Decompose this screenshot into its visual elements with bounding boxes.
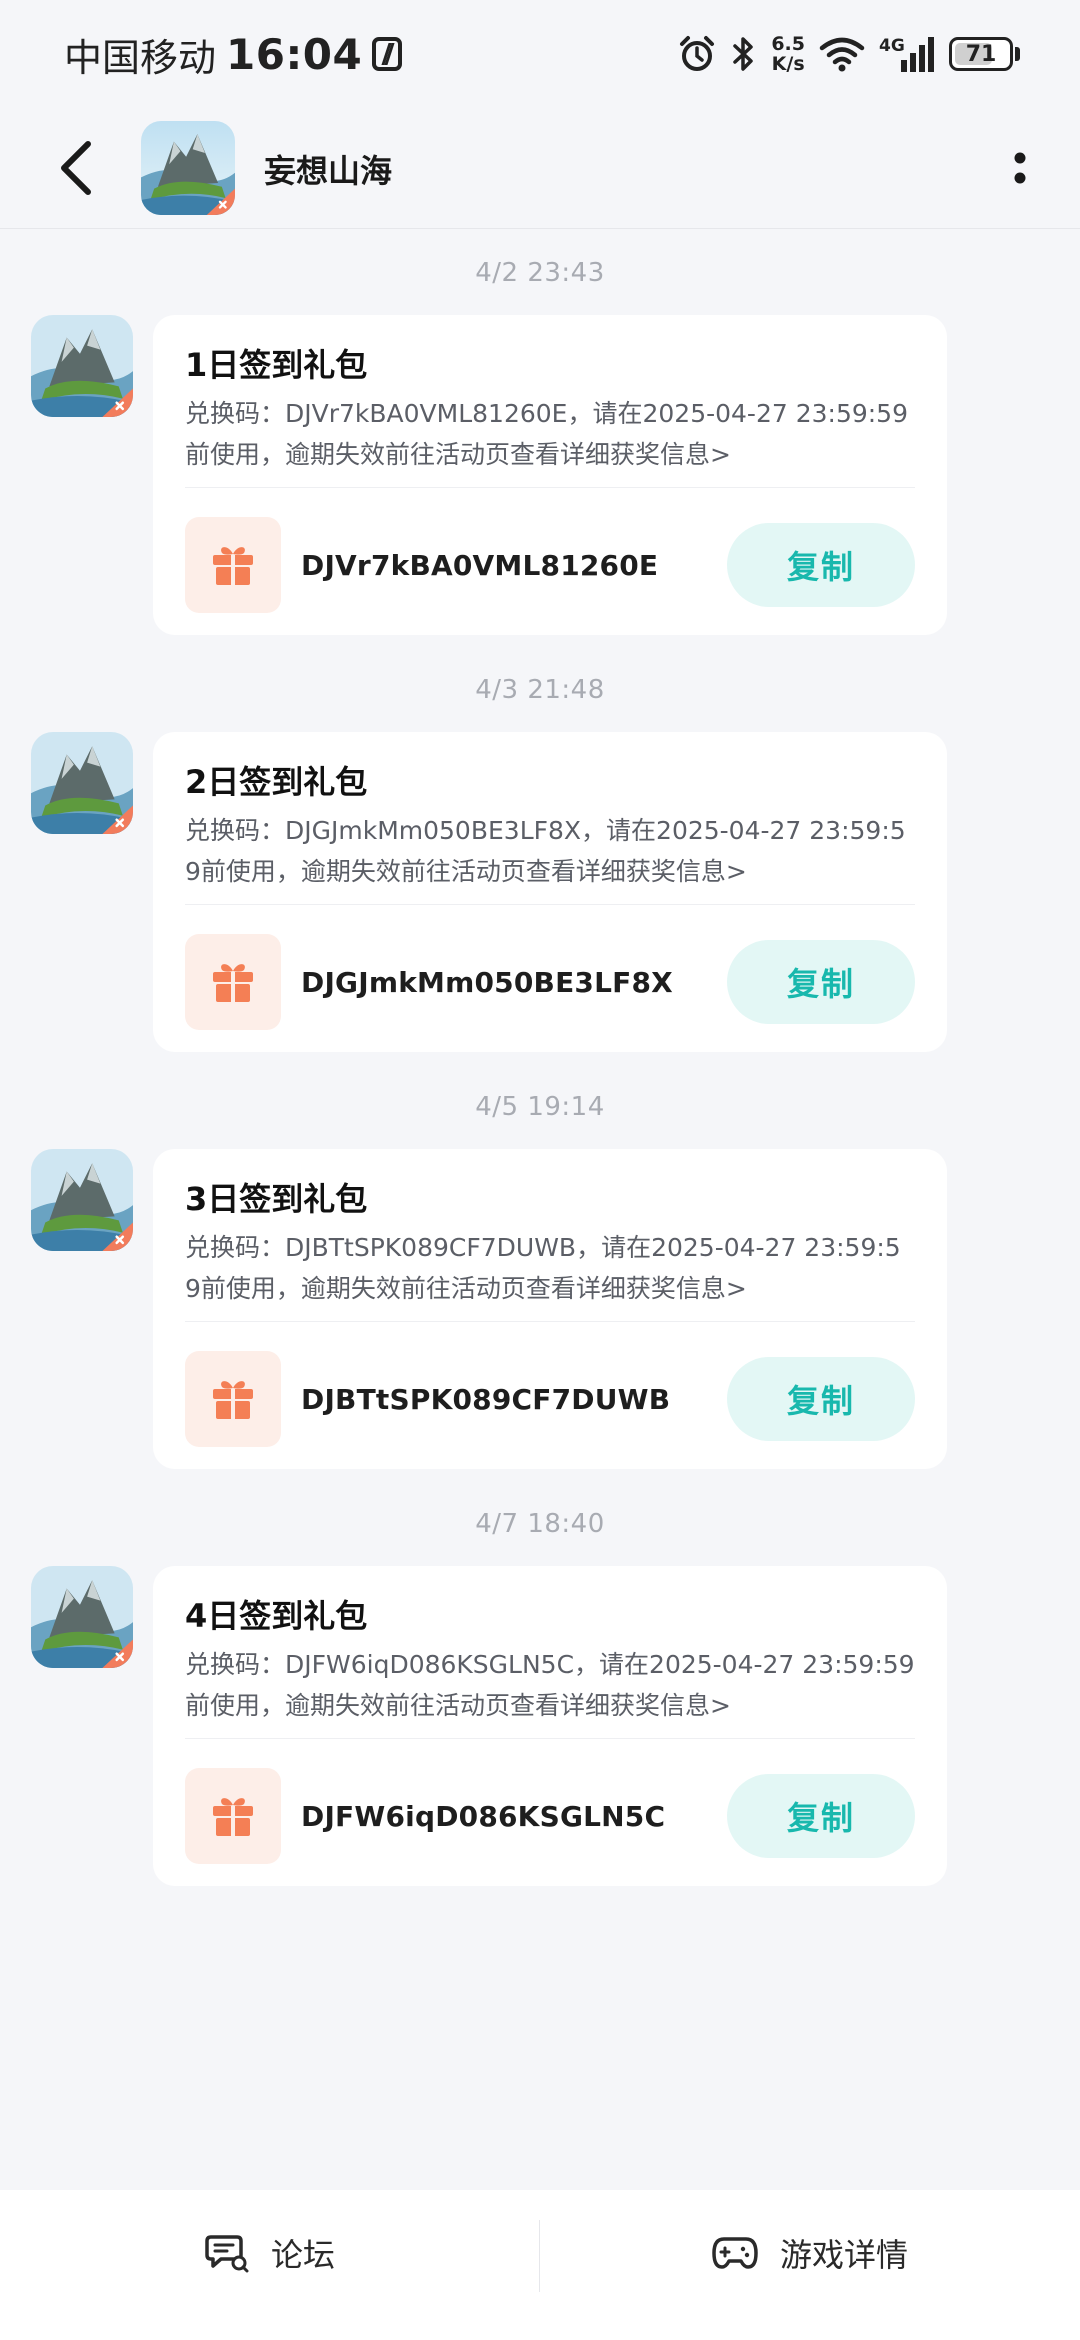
game-logo-icon xyxy=(31,1149,133,1251)
network-speed: 6.5 K/s xyxy=(771,34,805,74)
battery-icon: 71 xyxy=(949,37,1013,71)
game-details-tab[interactable]: 游戏详情 xyxy=(540,2190,1080,2340)
vertical-dots-icon xyxy=(1014,152,1026,184)
game-logo-icon xyxy=(141,121,235,215)
redeem-code-row: DJVr7kBA0VML81260E 复制 xyxy=(185,517,915,613)
gift-message-card[interactable]: 3日签到礼包 兑换码：DJBTtSPK089CF7DUWB，请在2025-04-… xyxy=(153,1149,947,1469)
game-avatar[interactable] xyxy=(141,121,235,215)
wifi-icon xyxy=(819,37,865,72)
redeem-code: DJBTtSPK089CF7DUWB xyxy=(301,1382,671,1416)
bottom-bar: 论坛 游戏详情 xyxy=(0,2190,1080,2340)
copy-button[interactable]: 复制 xyxy=(727,940,915,1024)
sender-avatar[interactable] xyxy=(31,1566,133,1668)
redeem-code: DJGJmkMm050BE3LF8X xyxy=(301,965,673,999)
gift-description-link[interactable]: 兑换码：DJVr7kBA0VML81260E，请在2025-04-27 23:5… xyxy=(185,393,915,475)
forum-label: 论坛 xyxy=(270,2236,335,2274)
bluetooth-icon xyxy=(733,37,754,71)
chat-header: 妄想山海 xyxy=(0,108,1080,229)
copy-button[interactable]: 复制 xyxy=(727,1357,915,1441)
copy-button[interactable]: 复制 xyxy=(727,1774,915,1858)
message-timestamp: 4/5 19:14 xyxy=(475,1092,605,1122)
card-divider xyxy=(185,487,915,488)
gift-title: 3日签到礼包 xyxy=(185,1180,368,1218)
game-logo-icon xyxy=(31,732,133,834)
game-logo-icon xyxy=(31,1566,133,1668)
cellular-signal-icon: 4G xyxy=(879,36,934,72)
gift-icon-box xyxy=(185,517,281,613)
chevron-left-icon xyxy=(61,141,91,195)
back-button[interactable] xyxy=(44,133,108,203)
gift-message-card[interactable]: 2日签到礼包 兑换码：DJGJmkMm050BE3LF8X，请在2025-04-… xyxy=(153,732,947,1052)
sender-avatar[interactable] xyxy=(31,315,133,417)
gift-description-link[interactable]: 兑换码：DJGJmkMm050BE3LF8X，请在2025-04-27 23:5… xyxy=(185,810,915,892)
gift-description-link[interactable]: 兑换码：DJBTtSPK089CF7DUWB，请在2025-04-27 23:5… xyxy=(185,1227,915,1309)
redeem-code-row: DJFW6iqD086KSGLN5C 复制 xyxy=(185,1768,915,1864)
gift-title: 1日签到礼包 xyxy=(185,346,368,384)
card-divider xyxy=(185,1738,915,1739)
message-timestamp: 4/3 21:48 xyxy=(475,675,605,705)
message-item: 4/7 18:40 4日签到礼包 兑换码：DJFW6iqD086KSGLN5C，… xyxy=(0,1481,1080,1898)
redeem-code-row: DJGJmkMm050BE3LF8X 复制 xyxy=(185,934,915,1030)
gift-message-card[interactable]: 1日签到礼包 兑换码：DJVr7kBA0VML81260E，请在2025-04-… xyxy=(153,315,947,635)
status-bar: 中国移动 16:04 6.5 K/s 4G 71 xyxy=(0,0,1080,108)
more-options-button[interactable] xyxy=(990,138,1050,198)
chat-bubble-icon xyxy=(205,2235,249,2273)
status-bar-right: 6.5 K/s 4G 71 xyxy=(677,28,1020,80)
carrier-name: 中国移动 xyxy=(64,35,217,80)
card-divider xyxy=(185,1321,915,1322)
page-title: 妄想山海 xyxy=(264,152,393,190)
bottom-bar-divider xyxy=(539,2220,540,2292)
game-logo-icon xyxy=(31,315,133,417)
battery-indicator: 71 xyxy=(949,37,1020,71)
redeem-code: DJFW6iqD086KSGLN5C xyxy=(301,1799,666,1833)
gift-icon-box xyxy=(185,934,281,1030)
gift-icon xyxy=(213,547,253,585)
gift-title: 2日签到礼包 xyxy=(185,763,368,801)
gift-icon xyxy=(213,1381,253,1419)
alarm-icon xyxy=(680,36,715,71)
gift-icon-box xyxy=(185,1351,281,1447)
clock: 16:04 xyxy=(226,29,363,79)
network-speed-value: 6.5 xyxy=(771,33,805,55)
redeem-code-row: DJBTtSPK089CF7DUWB 复制 xyxy=(185,1351,915,1447)
redeem-code: DJVr7kBA0VML81260E xyxy=(301,548,659,582)
gift-title: 4日签到礼包 xyxy=(185,1597,368,1635)
sender-avatar[interactable] xyxy=(31,732,133,834)
gift-icon xyxy=(213,1798,253,1836)
card-divider xyxy=(185,904,915,905)
game-details-label: 游戏详情 xyxy=(779,2236,908,2274)
gift-description-link[interactable]: 兑换码：DJFW6iqD086KSGLN5C，请在2025-04-27 23:5… xyxy=(185,1644,915,1726)
message-timestamp: 4/7 18:40 xyxy=(475,1509,605,1539)
gift-icon xyxy=(213,964,253,1002)
gift-icon-box xyxy=(185,1768,281,1864)
network-type-label: 4G xyxy=(879,36,905,56)
gamepad-icon xyxy=(712,2237,758,2269)
sender-avatar[interactable] xyxy=(31,1149,133,1251)
message-timestamp: 4/2 23:43 xyxy=(475,258,605,288)
battery-tip xyxy=(1015,47,1020,61)
status-bar-left: 中国移动 16:04 xyxy=(64,28,403,80)
network-speed-unit: K/s xyxy=(771,53,805,75)
copy-button[interactable]: 复制 xyxy=(727,523,915,607)
nfc-icon xyxy=(372,37,403,71)
message-item: 4/2 23:43 1日签到礼包 兑换码：DJVr7kBA0VML81260E，… xyxy=(0,230,1080,647)
message-item: 4/3 21:48 2日签到礼包 兑换码：DJGJmkMm050BE3LF8X，… xyxy=(0,647,1080,1064)
message-list[interactable]: 4/2 23:43 1日签到礼包 兑换码：DJVr7kBA0VML81260E，… xyxy=(0,230,1080,1898)
battery-level: 71 xyxy=(965,41,997,67)
message-item: 4/5 19:14 3日签到礼包 兑换码：DJBTtSPK089CF7DUWB，… xyxy=(0,1064,1080,1481)
forum-tab[interactable]: 论坛 xyxy=(0,2190,540,2340)
gift-message-card[interactable]: 4日签到礼包 兑换码：DJFW6iqD086KSGLN5C，请在2025-04-… xyxy=(153,1566,947,1886)
